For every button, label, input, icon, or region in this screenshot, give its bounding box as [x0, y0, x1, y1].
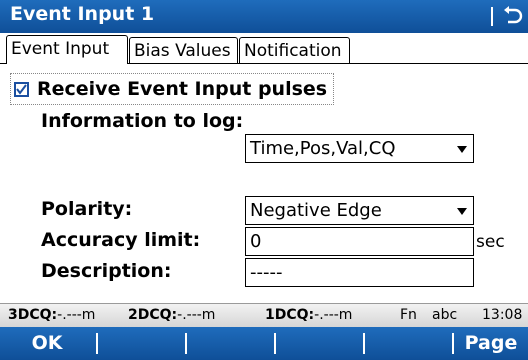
- back-arrow-icon: [504, 6, 523, 24]
- accuracy-limit-label: Accuracy limit:: [41, 229, 201, 251]
- status-bar: 3DCQ:-.---m 2DCQ:-.---m 1DCQ:-.---m Fn a…: [0, 303, 528, 327]
- tab-event-input[interactable]: Event Input: [6, 35, 128, 64]
- checkmark-icon: [16, 83, 27, 95]
- receive-event-input-label: Receive Event Input pulses: [37, 78, 328, 100]
- receive-event-input-checkbox-row[interactable]: Receive Event Input pulses: [10, 73, 335, 105]
- info-to-log-label: Information to log:: [41, 110, 244, 132]
- status-2dcq: 2DCQ:-.---m: [128, 307, 216, 323]
- info-to-log-dropdown[interactable]: Time,Pos,Val,CQ: [245, 134, 474, 163]
- back-button[interactable]: [496, 0, 528, 33]
- title-separator: [491, 7, 493, 26]
- polarity-value: Negative Edge: [250, 200, 382, 221]
- status-input-mode: abc: [432, 307, 458, 323]
- description-label: Description:: [41, 260, 172, 282]
- softkey-f5[interactable]: [365, 327, 451, 360]
- polarity-dropdown[interactable]: Negative Edge: [245, 196, 474, 225]
- dropdown-arrow-icon: [457, 208, 467, 215]
- status-3dcq: 3DCQ:-.---m: [8, 307, 96, 323]
- page-button[interactable]: Page: [454, 327, 528, 360]
- receive-event-input-checkbox[interactable]: [14, 81, 29, 97]
- status-fn: Fn: [400, 307, 417, 323]
- tab-strip: Event Input Bias Values Notification: [0, 35, 528, 65]
- tab-bias-values[interactable]: Bias Values: [129, 37, 238, 64]
- softkey-f4[interactable]: [276, 327, 362, 360]
- dropdown-arrow-icon: [457, 146, 467, 153]
- accuracy-limit-input[interactable]: 0: [245, 227, 474, 256]
- window-title: Event Input 1: [10, 3, 155, 25]
- softkey-bar: OK Page: [0, 327, 528, 360]
- tab-notification[interactable]: Notification: [239, 37, 350, 64]
- ok-button[interactable]: OK: [0, 327, 94, 360]
- status-1dcq: 1DCQ:-.---m: [265, 307, 353, 323]
- title-bar: Event Input 1: [0, 0, 528, 33]
- status-time: 13:08: [482, 307, 523, 323]
- description-input[interactable]: -----: [245, 258, 474, 287]
- accuracy-limit-unit: sec: [476, 232, 505, 252]
- info-to-log-value: Time,Pos,Val,CQ: [250, 138, 396, 159]
- accuracy-limit-value: 0: [250, 231, 262, 252]
- softkey-f2[interactable]: [98, 327, 184, 360]
- softkey-f3[interactable]: [187, 327, 273, 360]
- polarity-label: Polarity:: [41, 198, 133, 220]
- description-value: -----: [250, 262, 283, 283]
